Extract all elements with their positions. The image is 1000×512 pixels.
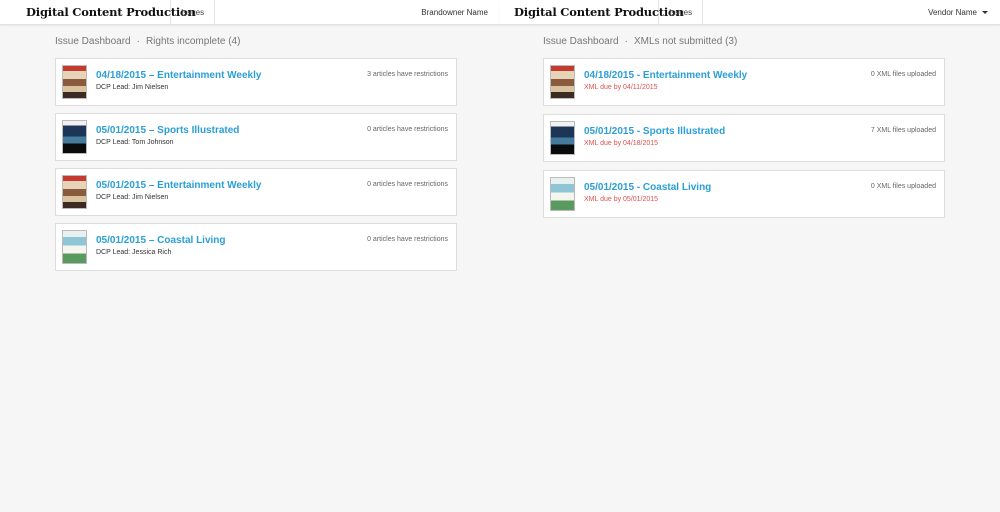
issue-card[interactable]: 05/01/2015 – Entertainment Weekly DCP Le… bbox=[55, 168, 457, 216]
user-name: Brandowner Name bbox=[421, 7, 488, 17]
magazine-cover-icon bbox=[62, 175, 87, 209]
nav-tab-issues[interactable]: Issues bbox=[171, 0, 216, 24]
xml-upload-status: 0 XML files uploaded bbox=[870, 71, 936, 78]
issue-lead: DCP Lead: Jim Nielsen bbox=[96, 84, 169, 91]
issue-status: 3 articles have restrictions bbox=[367, 71, 448, 78]
breadcrumb: Issue Dashboard · Rights incomplete (4) bbox=[55, 36, 457, 48]
issue-card[interactable]: 04/18/2015 - Entertainment Weekly XML du… bbox=[543, 58, 945, 106]
breadcrumb-current: XMLs not submitted (3) bbox=[633, 36, 738, 47]
xml-due-date: XML due by 04/11/2015 bbox=[584, 84, 658, 91]
breadcrumb-separator: · bbox=[136, 36, 140, 47]
issue-list: 04/18/2015 - Entertainment Weekly XML du… bbox=[543, 58, 945, 218]
app-title[interactable]: Digital Content Production bbox=[0, 0, 196, 24]
user-menu[interactable]: Vendor Name bbox=[928, 0, 1000, 24]
xml-due-date: XML due by 05/01/2015 bbox=[584, 196, 659, 203]
breadcrumb-current: Rights incomplete (4) bbox=[145, 36, 241, 47]
issue-list: 04/18/2015 – Entertainment Weekly DCP Le… bbox=[55, 58, 457, 271]
issue-title[interactable]: 05/01/2015 - Sports Illustrated bbox=[584, 126, 725, 137]
issue-status: 0 articles have restrictions bbox=[367, 236, 448, 243]
header-spacer bbox=[703, 0, 928, 24]
user-name: Vendor Name bbox=[928, 7, 977, 17]
issue-title[interactable]: 04/18/2015 - Entertainment Weekly bbox=[584, 70, 747, 81]
issue-card[interactable]: 04/18/2015 – Entertainment Weekly DCP Le… bbox=[55, 58, 457, 106]
issue-card[interactable]: 05/01/2015 – Sports Illustrated DCP Lead… bbox=[55, 113, 457, 161]
breadcrumb: Issue Dashboard · XMLs not submitted (3) bbox=[543, 36, 945, 48]
magazine-cover-icon bbox=[550, 121, 575, 155]
issue-lead: DCP Lead: Tom Johnson bbox=[96, 139, 174, 146]
user-menu[interactable]: Brandowner Name bbox=[421, 0, 500, 24]
issue-lead: DCP Lead: Jessica Rich bbox=[96, 249, 172, 256]
caret-down-icon bbox=[982, 10, 988, 14]
issue-title[interactable]: 05/01/2015 - Coastal Living bbox=[584, 182, 711, 193]
issue-lead: DCP Lead: Jim Nielsen bbox=[96, 194, 169, 201]
issue-title[interactable]: 05/01/2015 – Entertainment Weekly bbox=[96, 180, 261, 191]
issue-card[interactable]: 05/01/2015 - Sports Illustrated XML due … bbox=[543, 114, 945, 162]
xml-due-date: XML due by 04/18/2015 bbox=[584, 140, 659, 147]
magazine-cover-icon bbox=[550, 65, 575, 99]
issue-title[interactable]: 05/01/2015 – Coastal Living bbox=[96, 235, 226, 246]
header-spacer bbox=[215, 0, 421, 24]
magazine-cover-icon bbox=[550, 177, 575, 211]
xml-not-submitted-panel: Issue Dashboard · XMLs not submitted (3) 0… bbox=[543, 36, 945, 226]
issue-status: 0 articles have restrictions bbox=[367, 181, 448, 188]
issue-card[interactable]: 05/01/2015 - Coastal Living XML due by 0… bbox=[543, 170, 945, 218]
xml-upload-status: 7 XML files uploaded bbox=[870, 127, 936, 134]
breadcrumb-root[interactable]: Issue Dashboard bbox=[543, 36, 619, 47]
breadcrumb-separator: · bbox=[624, 36, 628, 47]
issue-card[interactable]: 05/01/2015 – Coastal Living DCP Lead: Je… bbox=[55, 223, 457, 271]
nav-tab-issues[interactable]: Issues bbox=[659, 0, 704, 24]
magazine-cover-icon bbox=[62, 120, 87, 154]
vendor-header: Digital Content Production Issues Vendor… bbox=[500, 0, 1000, 25]
issue-title[interactable]: 05/01/2015 – Sports Illustrated bbox=[96, 125, 239, 136]
issue-status: 0 articles have restrictions bbox=[367, 126, 448, 133]
magazine-cover-icon bbox=[62, 230, 87, 264]
issue-title[interactable]: 04/18/2015 – Entertainment Weekly bbox=[96, 70, 261, 81]
xml-upload-status: 0 XML files uploaded bbox=[870, 183, 936, 190]
magazine-cover-icon bbox=[62, 65, 87, 99]
breadcrumb-root[interactable]: Issue Dashboard bbox=[55, 36, 131, 47]
app-title[interactable]: Digital Content Production bbox=[500, 0, 684, 24]
rights-incomplete-panel: Issue Dashboard · Rights incomplete (4) 04… bbox=[55, 36, 457, 278]
brandowner-header: Digital Content Production Issues Brando… bbox=[0, 0, 500, 25]
